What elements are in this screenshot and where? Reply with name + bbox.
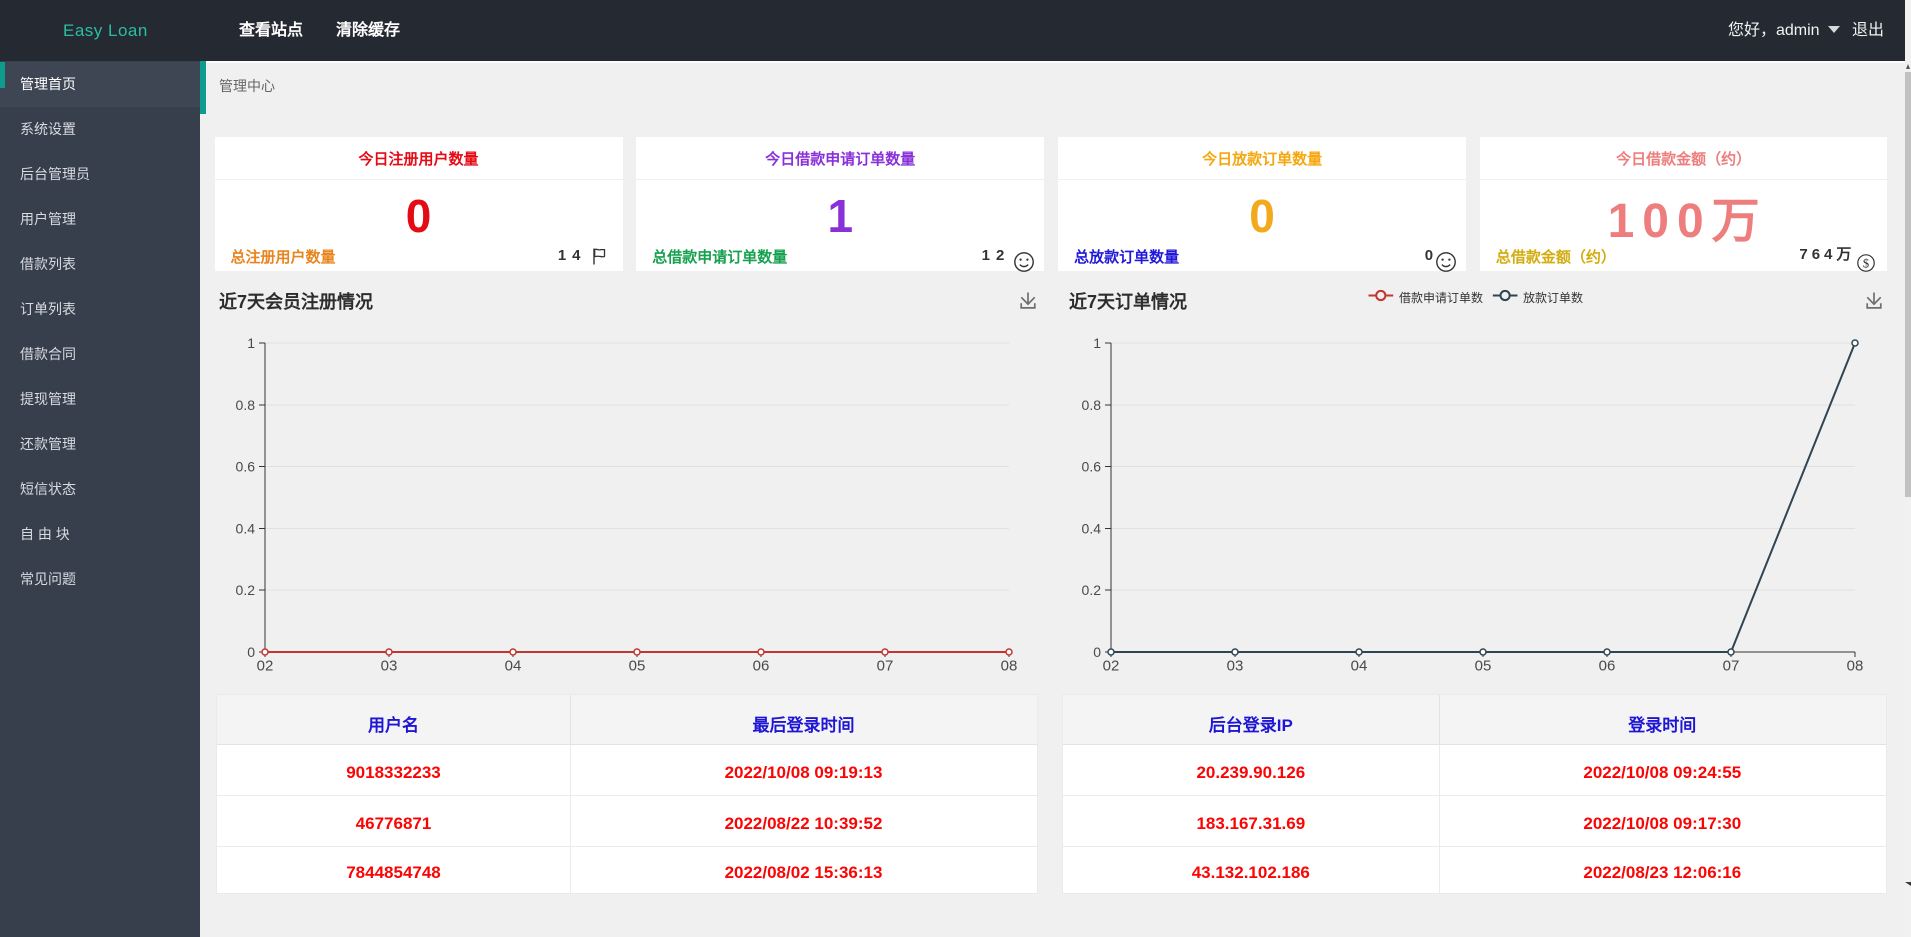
svg-text:$: $ [1863, 256, 1869, 270]
svg-text:08: 08 [1847, 658, 1864, 675]
svg-text:02: 02 [257, 658, 274, 675]
svg-text:0.2: 0.2 [236, 582, 256, 598]
svg-text:08: 08 [1001, 658, 1018, 675]
svg-text:06: 06 [753, 658, 770, 675]
svg-text:03: 03 [1227, 658, 1244, 675]
svg-text:04: 04 [1351, 658, 1368, 675]
svg-text:0.8: 0.8 [1082, 397, 1102, 413]
svg-text:0.4: 0.4 [236, 520, 256, 536]
svg-text:1: 1 [1093, 335, 1101, 351]
svg-text:0.8: 0.8 [236, 397, 256, 413]
svg-text:0.2: 0.2 [1082, 582, 1102, 598]
svg-text:0: 0 [247, 644, 255, 660]
svg-text:02: 02 [1103, 658, 1120, 675]
svg-text:05: 05 [1475, 658, 1492, 675]
svg-text:07: 07 [877, 658, 894, 675]
svg-text:03: 03 [381, 658, 398, 675]
svg-text:0: 0 [1093, 644, 1101, 660]
svg-text:04: 04 [505, 658, 522, 675]
svg-text:06: 06 [1599, 658, 1616, 675]
svg-text:0.6: 0.6 [236, 459, 256, 475]
svg-text:0.4: 0.4 [1082, 520, 1102, 536]
svg-text:07: 07 [1723, 658, 1740, 675]
svg-text:1: 1 [247, 335, 255, 351]
svg-text:0.6: 0.6 [1082, 459, 1102, 475]
svg-text:05: 05 [629, 658, 646, 675]
